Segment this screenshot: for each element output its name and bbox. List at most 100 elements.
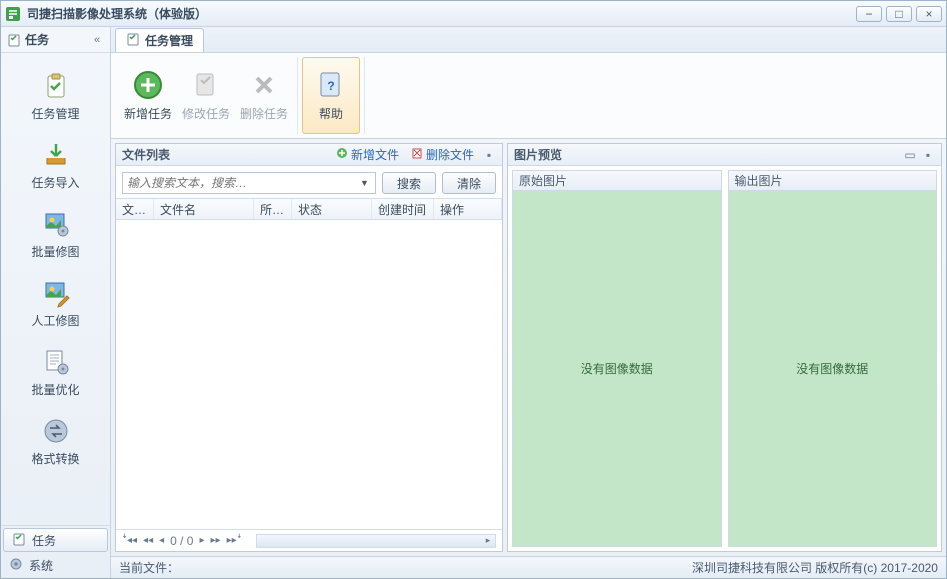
- sidebar-item-label: 批量修图: [31, 243, 79, 260]
- sidebar-footer-tasks[interactable]: 任务: [3, 528, 108, 552]
- gear-icon: [9, 557, 23, 574]
- grid-body: [116, 220, 502, 529]
- manual-edit-icon: [39, 278, 73, 308]
- plus-circle-icon: [132, 69, 164, 101]
- panel-title: 文件列表: [122, 146, 328, 163]
- sidebar-collapse-button[interactable]: «: [90, 33, 104, 47]
- ribbon-label: 帮助: [319, 105, 343, 122]
- popout-icon[interactable]: ▭: [903, 148, 917, 162]
- close-icon: ×: [925, 7, 932, 21]
- sidebar-item-batch-optimize[interactable]: 批量优化: [1, 339, 110, 408]
- help-icon: ?: [315, 69, 347, 101]
- search-button[interactable]: 搜索: [382, 172, 436, 194]
- pager-fwd[interactable]: ▸: [199, 535, 204, 546]
- statusbar: 当前文件： 深圳司捷科技有限公司 版权所有(c) 2017-2020: [111, 556, 946, 578]
- sidebar-item-label: 任务导入: [31, 174, 79, 191]
- sidebar-item-batch-edit[interactable]: 批量修图: [1, 201, 110, 270]
- search-input[interactable]: [127, 176, 358, 190]
- preview-original-body: 没有图像数据: [513, 191, 721, 546]
- titlebar: 司捷扫描影像处理系统（体验版） − □ ×: [1, 1, 946, 27]
- status-current-file: 当前文件：: [119, 559, 692, 576]
- col-action[interactable]: 操作: [434, 199, 502, 219]
- col-created[interactable]: 创建时间: [372, 199, 434, 219]
- clipboard-check-icon: [39, 71, 73, 101]
- clipboard-icon: [126, 32, 140, 49]
- remove-file-button[interactable]: 删除文件: [407, 146, 478, 163]
- col-owner[interactable]: 所…: [254, 199, 292, 219]
- batch-edit-icon: [39, 209, 73, 239]
- ribbon-label: 删除任务: [240, 105, 288, 122]
- tab-label: 任务管理: [145, 32, 193, 49]
- task-icon: [7, 33, 21, 47]
- ribbon: 新增任务 修改任务 删除任务 ? 帮助: [111, 53, 946, 139]
- sidebar-title: 任务: [25, 31, 90, 48]
- task-icon: [12, 532, 26, 549]
- sidebar: 任务 « 任务管理 任务导入 批量修图 人工修图: [1, 27, 111, 578]
- sidebar-item-format-convert[interactable]: 格式转换: [1, 408, 110, 477]
- preview-original: 原始图片 没有图像数据: [512, 170, 722, 547]
- remove-file-label: 删除文件: [426, 146, 474, 163]
- ribbon-label: 新增任务: [124, 105, 172, 122]
- pin-icon[interactable]: ▪: [482, 148, 496, 162]
- col-status[interactable]: 状态: [292, 199, 372, 219]
- import-icon: [39, 140, 73, 170]
- panel-title: 图片预览: [514, 146, 899, 163]
- sidebar-item-label: 人工修图: [31, 312, 79, 329]
- minimize-button[interactable]: −: [856, 6, 882, 22]
- ribbon-label: 修改任务: [182, 105, 230, 122]
- sidebar-item-label: 任务管理: [31, 105, 79, 122]
- search-label: 搜索: [397, 175, 421, 192]
- pager-status: 0 / 0: [170, 534, 193, 548]
- delete-icon: [248, 69, 280, 101]
- optimize-icon: [39, 347, 73, 377]
- status-copyright: 深圳司捷科技有限公司 版权所有(c) 2017-2020: [692, 559, 938, 576]
- pager: ꜜ◂◂ ◂◂ ◂ 0 / 0 ▸ ▸▸ ▸▸ꜜ ◂: [116, 529, 502, 551]
- pager-back[interactable]: ◂: [159, 535, 164, 546]
- scroll-thumb[interactable]: [257, 535, 495, 547]
- col-file[interactable]: 文…: [116, 199, 154, 219]
- preview-output-title: 输出图片: [729, 171, 937, 191]
- pin-icon[interactable]: ▪: [921, 148, 935, 162]
- preview-original-title: 原始图片: [513, 171, 721, 191]
- tab-task-manage[interactable]: 任务管理: [115, 28, 204, 52]
- sidebar-footer-system[interactable]: 系统: [1, 554, 110, 578]
- search-box[interactable]: ▼: [122, 172, 376, 194]
- dropdown-icon[interactable]: ▼: [358, 178, 371, 188]
- pager-first[interactable]: ꜜ◂◂: [122, 535, 137, 546]
- sidebar-item-manual-edit[interactable]: 人工修图: [1, 270, 110, 339]
- sidebar-item-task-import[interactable]: 任务导入: [1, 132, 110, 201]
- add-file-label: 新增文件: [351, 146, 399, 163]
- add-icon: [336, 147, 348, 162]
- help-button[interactable]: ? 帮助: [302, 57, 360, 134]
- minimize-icon: −: [865, 7, 872, 21]
- svg-text:?: ?: [327, 79, 334, 93]
- empty-text: 没有图像数据: [796, 360, 868, 377]
- clear-button[interactable]: 清除: [442, 172, 496, 194]
- edit-icon: [190, 69, 222, 101]
- close-button[interactable]: ×: [916, 6, 942, 22]
- edit-task-button[interactable]: 修改任务: [177, 57, 235, 134]
- preview-output-body: 没有图像数据: [729, 191, 937, 546]
- sidebar-footer-label: 系统: [29, 557, 53, 574]
- maximize-icon: □: [895, 7, 902, 21]
- pager-next[interactable]: ▸▸: [211, 535, 221, 546]
- sidebar-item-label: 格式转换: [31, 450, 79, 467]
- pager-prev[interactable]: ◂◂: [143, 535, 153, 546]
- sidebar-item-label: 批量优化: [31, 381, 79, 398]
- col-name[interactable]: 文件名: [154, 199, 254, 219]
- grid-header: 文… 文件名 所… 状态 创建时间 操作: [116, 198, 502, 220]
- empty-text: 没有图像数据: [581, 360, 653, 377]
- convert-icon: [39, 416, 73, 446]
- sidebar-item-task-manage[interactable]: 任务管理: [1, 63, 110, 132]
- delete-task-button[interactable]: 删除任务: [235, 57, 293, 134]
- sidebar-header: 任务 «: [1, 27, 110, 53]
- file-list-panel: 文件列表 新增文件 删除文件 ▪: [115, 143, 503, 552]
- scroll-right-icon[interactable]: ▸: [481, 535, 495, 547]
- new-task-button[interactable]: 新增任务: [119, 57, 177, 134]
- pager-last[interactable]: ▸▸ꜜ: [227, 535, 242, 546]
- preview-output: 输出图片 没有图像数据: [728, 170, 938, 547]
- maximize-button[interactable]: □: [886, 6, 912, 22]
- remove-icon: [411, 147, 423, 162]
- add-file-button[interactable]: 新增文件: [332, 146, 403, 163]
- h-scrollbar[interactable]: ◂ ▸: [256, 534, 496, 548]
